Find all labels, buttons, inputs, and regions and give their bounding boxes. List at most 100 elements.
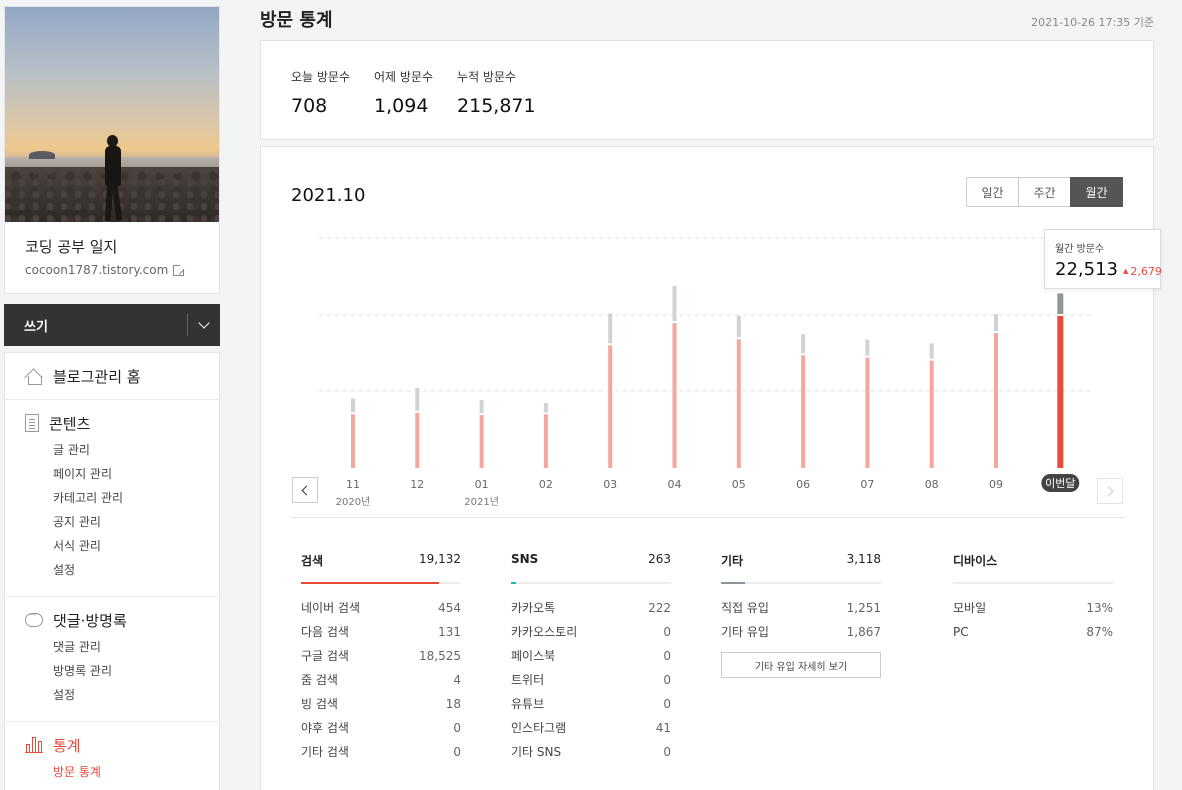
menu-sub-guestbook[interactable]: 방명록 관리 — [5, 659, 219, 683]
external-link-icon[interactable] — [173, 263, 186, 276]
x-tick-label: 08 — [925, 478, 939, 491]
yesterday-visitors: 어제 방문수 1,094 — [374, 68, 433, 117]
menu-sub-templates[interactable]: 서식 관리 — [5, 534, 219, 558]
breakdown-row-name: 네이버 검색 — [301, 601, 361, 615]
chart-bar[interactable] — [865, 357, 870, 468]
menu-group-contents: 콘텐츠 글 관리 페이지 관리 카테고리 관리 공지 관리 서식 관리 설정 — [5, 400, 219, 597]
breakdown-row-name: 줌 검색 — [301, 673, 338, 687]
breakdown-row: 카카오톡 222 — [511, 596, 671, 620]
breakdown-row-name: 인스타그램 — [511, 721, 567, 735]
breakdown-search: 검색 19,132 네이버 검색 454 다음 검색 131 구글 검색 18,525 줌 … — [301, 552, 461, 764]
x-tick-label: 06 — [796, 478, 810, 491]
breakdown-device-head: 디바이스 — [953, 554, 998, 568]
chart-bar-secondary[interactable] — [543, 403, 548, 413]
breakdown-row-value: 18 — [445, 697, 461, 711]
blog-url-link[interactable]: cocoon1787.tistory.com — [25, 263, 199, 277]
menu-sub-comments[interactable]: 댓글 관리 — [5, 635, 219, 659]
chart-bar-secondary[interactable] — [1057, 293, 1064, 314]
blog-name[interactable]: 코딩 공부 일지 — [25, 236, 199, 257]
breakdown-device-bar — [953, 582, 1113, 584]
menu-sub-notices[interactable]: 공지 관리 — [5, 510, 219, 534]
chart-card: 2021.10 일간 주간 월간 11 12 01 02 03 04 05 06 07 08 09 이… — [260, 146, 1162, 790]
menu-sub-visit-stats[interactable]: 방문 통계 — [5, 760, 219, 784]
breakdown-row-value: 454 — [438, 601, 461, 615]
breakdown-row: 네이버 검색 454 — [301, 596, 461, 620]
breakdown-sns-head: SNS 263 — [511, 552, 671, 566]
chart-bar[interactable] — [736, 339, 741, 468]
profile-card: 코딩 공부 일지 cocoon1787.tistory.com — [4, 6, 220, 294]
breakdown-row: 트위터 0 — [511, 668, 671, 692]
chart-bar-secondary[interactable] — [672, 285, 677, 322]
breakdown-row-value: 18,525 — [419, 649, 461, 663]
breakdown-row-value: 0 — [663, 745, 671, 759]
chart-bar-secondary[interactable] — [415, 387, 420, 411]
chart-bar-secondary[interactable] — [929, 343, 934, 359]
chevron-left-icon — [301, 485, 312, 495]
chart-bar[interactable] — [351, 414, 355, 468]
profile-photo[interactable] — [5, 7, 219, 222]
menu-item-comments[interactable]: 댓글·방명록 — [5, 608, 219, 631]
chart-bar-secondary[interactable] — [994, 314, 998, 332]
total-visitors-value: 215,871 — [457, 95, 536, 117]
write-button[interactable]: 쓰기 — [4, 304, 220, 346]
chart-bar[interactable] — [415, 412, 420, 468]
bar-chart-icon — [25, 737, 43, 753]
chart-bar-secondary[interactable] — [865, 339, 870, 356]
chart-prev-button[interactable] — [292, 477, 318, 503]
chart-bar[interactable] — [929, 360, 934, 468]
breakdown-row-name: 모바일 — [953, 601, 987, 615]
breakdown-row-name: 구글 검색 — [301, 649, 349, 663]
tooltip-label: 월간 방문수 — [1055, 244, 1105, 255]
menu-sub-comments-settings[interactable]: 설정 — [5, 683, 219, 707]
breakdown-row-value: 1,867 — [846, 625, 881, 639]
chart-bar[interactable] — [479, 415, 484, 468]
chart-bar[interactable] — [543, 414, 548, 468]
chart-bar-secondary[interactable] — [479, 400, 484, 414]
chart-bar[interactable] — [801, 355, 806, 468]
chart-bar[interactable] — [994, 333, 998, 468]
menu-sub-contents-settings[interactable]: 설정 — [5, 558, 219, 582]
menu-group-home: 블로그관리 홈 — [5, 353, 219, 400]
breakdown-row-value: 13% — [1086, 601, 1113, 615]
menu-item-stats[interactable]: 통계 — [5, 734, 219, 756]
x-tick-label: 07 — [860, 478, 874, 491]
breakdown-fill — [511, 582, 516, 584]
blog-url[interactable]: cocoon1787.tistory.com — [25, 263, 168, 277]
year-label: 2020년 — [336, 496, 371, 508]
breakdown-sns: SNS 263 카카오톡 222 카카오스토리 0 페이스북 0 트위터 0 유튜브 0 인스타그램… — [511, 552, 671, 764]
chart-bar-secondary[interactable] — [351, 398, 355, 413]
chevron-down-icon[interactable] — [198, 317, 210, 329]
chevron-right-icon — [1103, 486, 1114, 496]
chart-bar-secondary[interactable] — [801, 334, 806, 354]
menu-item-home[interactable]: 블로그관리 홈 — [5, 365, 219, 387]
etc-detail-button[interactable]: 기타 유입 자세히 보기 — [721, 652, 881, 678]
chart-divider — [291, 517, 1125, 518]
page-title: 방문 통계 — [260, 10, 333, 31]
chart-bar[interactable] — [608, 345, 613, 468]
breakdown-row-name: 다음 검색 — [301, 625, 349, 639]
tooltip-diff: 2,679 — [1123, 265, 1162, 278]
chart-next-button[interactable] — [1097, 478, 1123, 504]
x-tick-label: 12 — [410, 478, 424, 491]
chat-bubble-icon — [25, 608, 43, 627]
x-tick-label: 11 — [346, 478, 360, 491]
breakdown-row-name: 기타 유입 — [721, 625, 769, 639]
breakdown-row-value: 0 — [663, 649, 671, 663]
breakdown-row: 구글 검색 18,525 — [301, 644, 461, 668]
breakdown-row-name: 페이스북 — [511, 649, 556, 663]
menu-sub-categories[interactable]: 카테고리 관리 — [5, 486, 219, 510]
chart-bar-secondary[interactable] — [608, 313, 613, 344]
monthly-visit-chart: 11 12 01 02 03 04 05 06 07 08 09 이번달 2020년 2021년 — [319, 237, 1093, 508]
breakdown-search-head: 검색 19,132 — [301, 552, 461, 568]
menu-item-contents[interactable]: 콘텐츠 — [5, 412, 219, 434]
menu-sub-pages[interactable]: 페이지 관리 — [5, 462, 219, 486]
chart-bar[interactable] — [672, 323, 677, 468]
menu-group-comments: 댓글·방명록 댓글 관리 방명록 관리 설정 — [5, 597, 219, 722]
breakdown-row: 직접 유입 1,251 — [721, 596, 881, 620]
breakdown-device: 디바이스 모바일 13% PC 87% — [953, 552, 1113, 644]
menu-sub-posts[interactable]: 글 관리 — [5, 438, 219, 462]
chart-bar[interactable] — [1057, 315, 1064, 468]
breakdown-row-value: 1,251 — [846, 601, 881, 615]
menu-group-stats: 통계 방문 통계 — [5, 722, 219, 790]
chart-bar-secondary[interactable] — [736, 315, 741, 338]
